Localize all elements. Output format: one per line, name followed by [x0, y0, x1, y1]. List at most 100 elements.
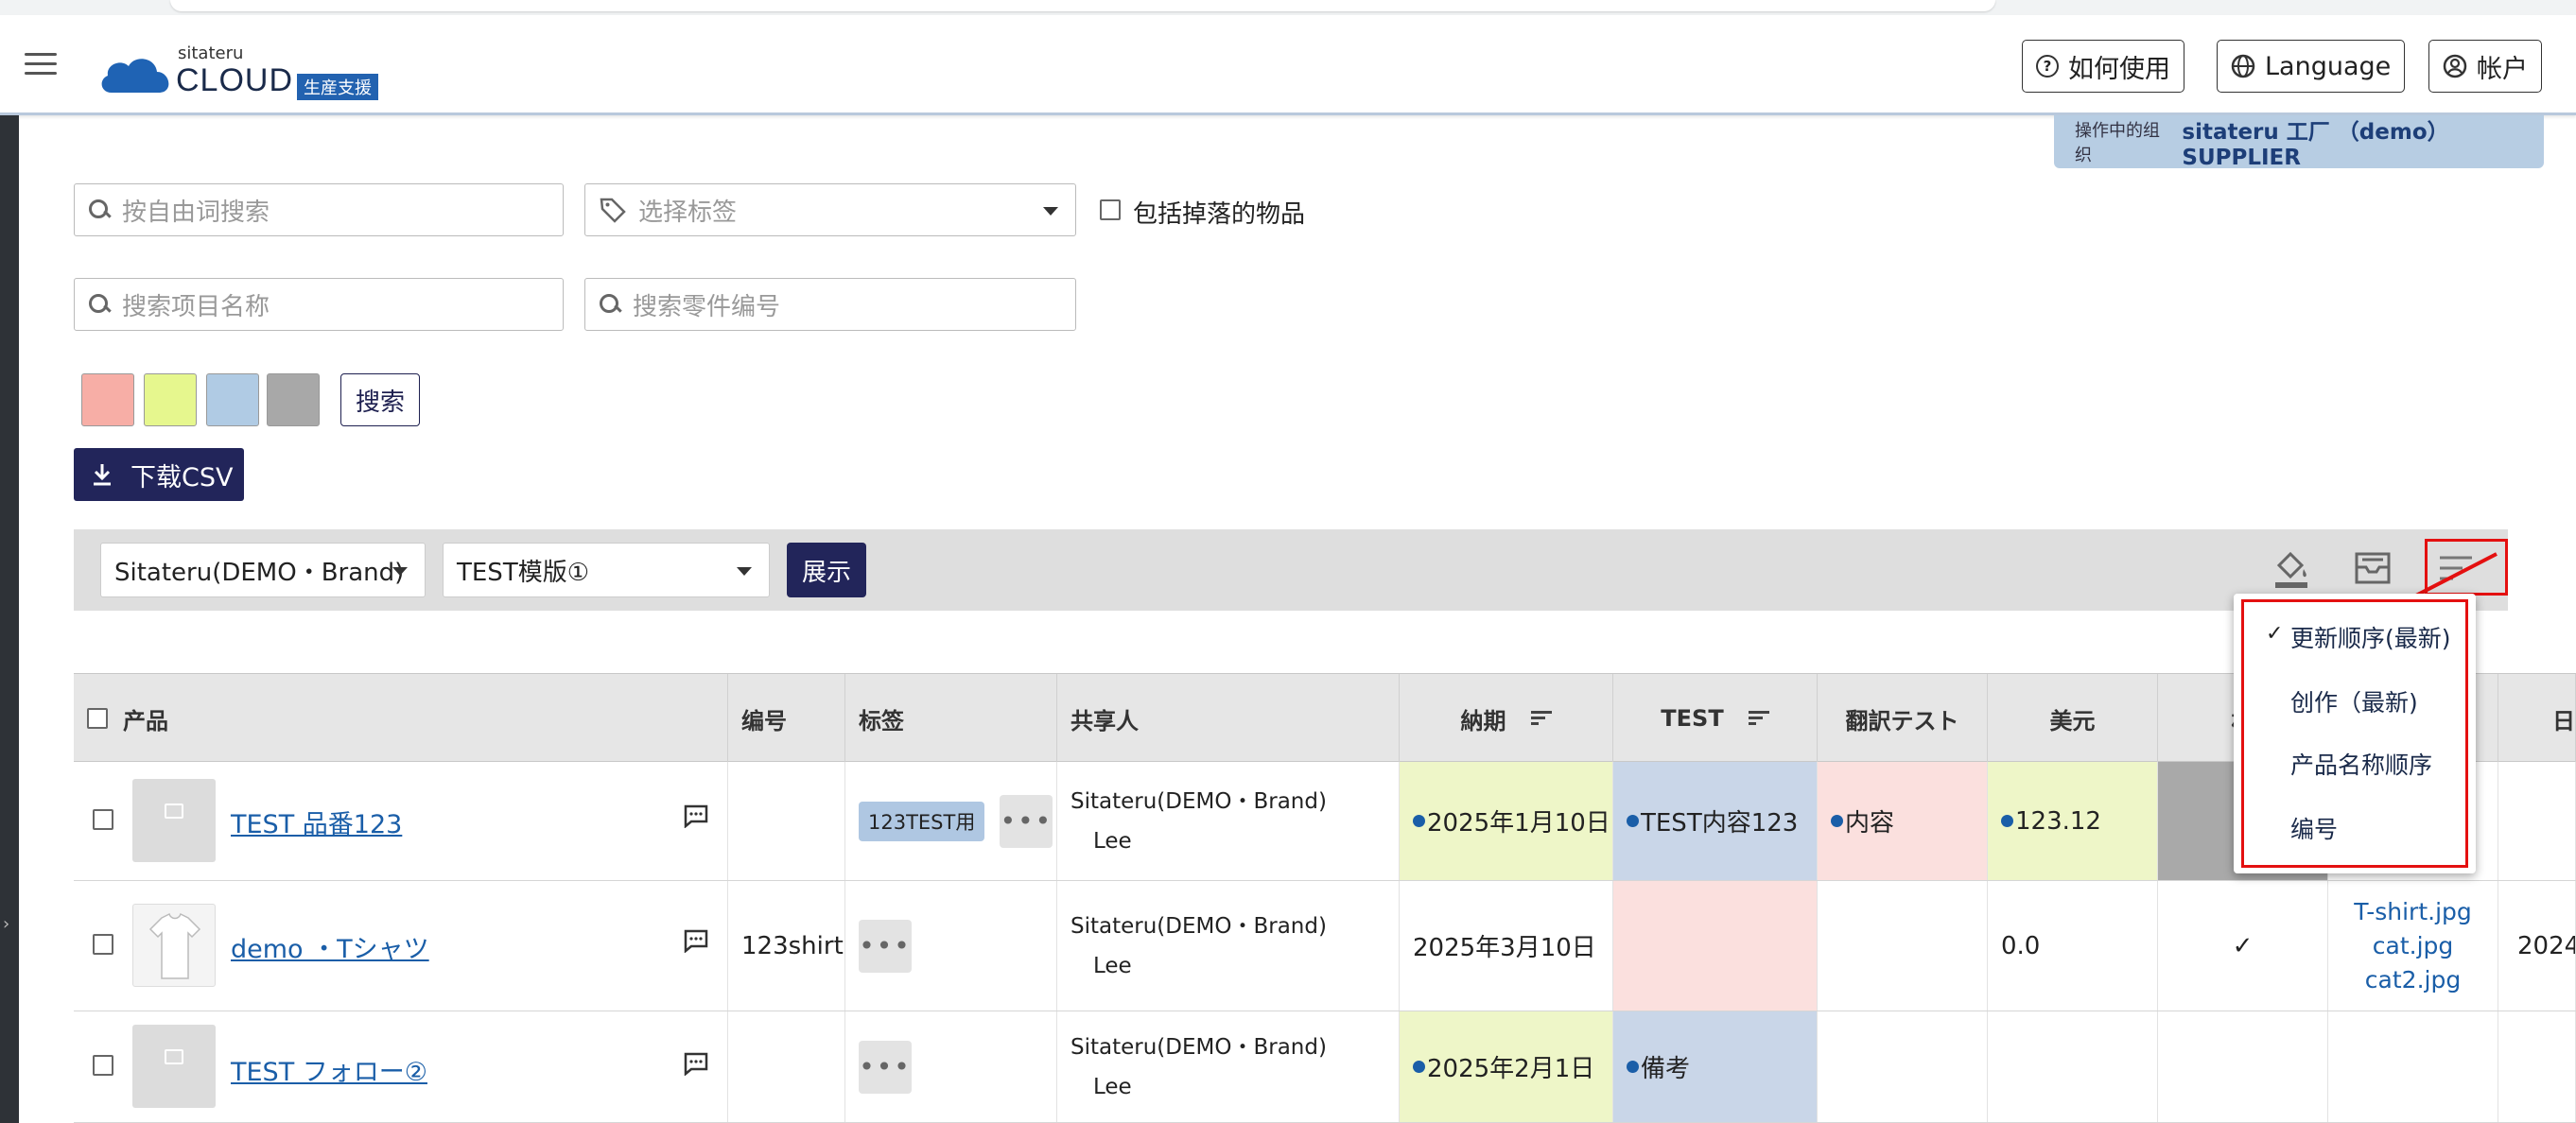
- product-thumbnail[interactable]: [132, 779, 216, 862]
- product-link[interactable]: TEST フォロー②: [231, 1051, 427, 1088]
- file-link[interactable]: T-shirt.jpg: [2354, 895, 2472, 929]
- template-select-value: TEST模版①: [457, 558, 590, 587]
- color-filter-blue[interactable]: [206, 373, 259, 426]
- search-button[interactable]: 搜索: [340, 373, 420, 426]
- row-checkbox[interactable]: [93, 1055, 113, 1076]
- view-toolbar: Sitateru(DEMO・Brand) TEST模版① 展示: [74, 529, 2508, 611]
- include-dropped-checkbox[interactable]: [1100, 199, 1121, 220]
- color-filter-gray[interactable]: [267, 373, 320, 426]
- download-csv-button[interactable]: 下载CSV: [74, 448, 244, 501]
- language-button[interactable]: Language: [2217, 40, 2406, 93]
- sort-option-updated[interactable]: 更新顺序(最新): [2290, 620, 2451, 654]
- sort-option-name[interactable]: 产品名称顺序: [2290, 747, 2432, 781]
- translation-value: 内容: [1845, 809, 1895, 838]
- status-dot: [1831, 815, 1843, 827]
- column-shared[interactable]: 共享人: [1057, 674, 1400, 763]
- column-product[interactable]: 产品: [74, 674, 728, 763]
- account-button[interactable]: 帐户: [2428, 40, 2542, 93]
- table-row[interactable]: demo ・Tシャツ 123shirt ••• Sitateru(DEMO・Br…: [74, 881, 2576, 1011]
- color-filter-red[interactable]: [81, 373, 134, 426]
- shared-user: Lee: [1093, 828, 1132, 854]
- download-icon: [94, 464, 111, 486]
- cell-deadline: 2025年2月1日: [1400, 1011, 1613, 1122]
- cell-translation: [1818, 1011, 1988, 1122]
- column-code[interactable]: 编号: [728, 674, 845, 763]
- column-deadline[interactable]: 納期: [1400, 674, 1613, 763]
- help-button[interactable]: ? 如何使用: [2022, 40, 2184, 93]
- column-test[interactable]: TEST: [1613, 674, 1818, 763]
- status-dot: [1413, 1061, 1425, 1073]
- sort-option-code[interactable]: 编号: [2290, 811, 2338, 845]
- status-dot: [1413, 815, 1425, 827]
- search-icon: [88, 293, 111, 316]
- product-link[interactable]: demo ・Tシャツ: [231, 928, 429, 965]
- collapsed-sidebar[interactable]: ›: [0, 115, 19, 1123]
- select-all-checkbox[interactable]: [87, 708, 108, 729]
- column-date[interactable]: 日: [2498, 674, 2576, 763]
- shared-user: Lee: [1093, 1074, 1132, 1099]
- brand-select[interactable]: Sitateru(DEMO・Brand): [100, 543, 426, 597]
- brand-select-value: Sitateru(DEMO・Brand): [114, 558, 405, 587]
- logo[interactable]: sitateru CLOUD 生産支援: [98, 42, 382, 100]
- cell-test: 備考: [1613, 1011, 1818, 1122]
- product-table: 产品 编号 标签 共享人 納期 TEST 翻訳テスト 美元 杉 日 TEST 品…: [74, 673, 2576, 1123]
- table-row[interactable]: TEST フォロー② ••• Sitateru(DEMO・Brand) Lee …: [74, 1011, 2576, 1123]
- cell-date: 2024: [2498, 881, 2576, 1011]
- tshirt-image: [148, 912, 201, 979]
- product-thumbnail[interactable]: [132, 1025, 216, 1108]
- shared-org: Sitateru(DEMO・Brand): [1070, 913, 1327, 939]
- row-checkbox[interactable]: [93, 809, 113, 830]
- cell-test: [1613, 881, 1818, 1011]
- paint-bucket-icon[interactable]: [2270, 546, 2313, 590]
- color-filter-yellow[interactable]: [144, 373, 197, 426]
- cell-check: ✓: [2158, 881, 2328, 1011]
- column-translation[interactable]: 翻訳テスト: [1818, 674, 1988, 763]
- sort-icon[interactable]: [1748, 711, 1769, 726]
- sort-icon[interactable]: [1530, 711, 1552, 726]
- freeword-search-input[interactable]: 按自由词搜索: [74, 183, 564, 236]
- test-value: 備考: [1641, 1055, 1691, 1083]
- browser-strip: [0, 0, 2576, 15]
- freeword-placeholder: 按自由词搜索: [122, 198, 270, 227]
- cell-translation: 内容: [1818, 762, 1988, 880]
- comment-icon[interactable]: [683, 1051, 709, 1076]
- cell-shared: Sitateru(DEMO・Brand) Lee: [1057, 881, 1400, 1011]
- part-number-search-input[interactable]: 搜索零件编号: [584, 278, 1076, 331]
- tag-chip[interactable]: 123TEST用: [859, 801, 985, 841]
- row-checkbox[interactable]: [93, 934, 113, 955]
- cell-code: [728, 1011, 845, 1122]
- cell-files: T-shirt.jpg cat.jpg cat2.jpg: [2328, 881, 2498, 1011]
- search-icon: [599, 293, 621, 316]
- tag-select[interactable]: 选择标签: [584, 183, 1076, 236]
- deadline-value: 2025年1月10日: [1427, 809, 1610, 838]
- file-link[interactable]: cat.jpg: [2373, 929, 2454, 963]
- chevron-right-icon[interactable]: ›: [3, 914, 9, 934]
- cell-9: [2328, 1011, 2498, 1122]
- chevron-down-icon: [392, 567, 408, 576]
- tag-placeholder: 选择标签: [638, 198, 738, 227]
- more-icon[interactable]: •••: [859, 919, 912, 973]
- menu-icon[interactable]: [25, 53, 57, 76]
- sort-option-created[interactable]: 创作（最新): [2290, 684, 2418, 718]
- table-row[interactable]: TEST 品番123 123TEST用 ••• Sitateru(DEMO・Br…: [74, 762, 2576, 881]
- project-search-input[interactable]: 搜索项目名称: [74, 278, 564, 331]
- template-select[interactable]: TEST模版①: [443, 543, 770, 597]
- column-test-label: TEST: [1661, 705, 1724, 732]
- column-usd[interactable]: 美元: [1988, 674, 2158, 763]
- comment-icon[interactable]: [683, 803, 709, 828]
- product-link[interactable]: TEST 品番123: [231, 803, 402, 840]
- show-button[interactable]: 展示: [787, 543, 866, 597]
- column-tag[interactable]: 标签: [845, 674, 1057, 763]
- product-thumbnail[interactable]: [132, 904, 216, 987]
- more-icon[interactable]: •••: [859, 1040, 912, 1094]
- comment-icon[interactable]: [683, 928, 709, 953]
- file-link[interactable]: cat2.jpg: [2365, 963, 2461, 997]
- cell-usd: [1988, 1011, 2158, 1122]
- cell-shared: Sitateru(DEMO・Brand) Lee: [1057, 1011, 1400, 1122]
- address-bar[interactable]: [170, 0, 1995, 11]
- shared-org: Sitateru(DEMO・Brand): [1070, 1034, 1327, 1060]
- shared-user: Lee: [1093, 953, 1132, 978]
- account-label: 帐户: [2477, 54, 2528, 84]
- globe-icon: [2231, 54, 2255, 78]
- more-icon[interactable]: •••: [1000, 794, 1053, 848]
